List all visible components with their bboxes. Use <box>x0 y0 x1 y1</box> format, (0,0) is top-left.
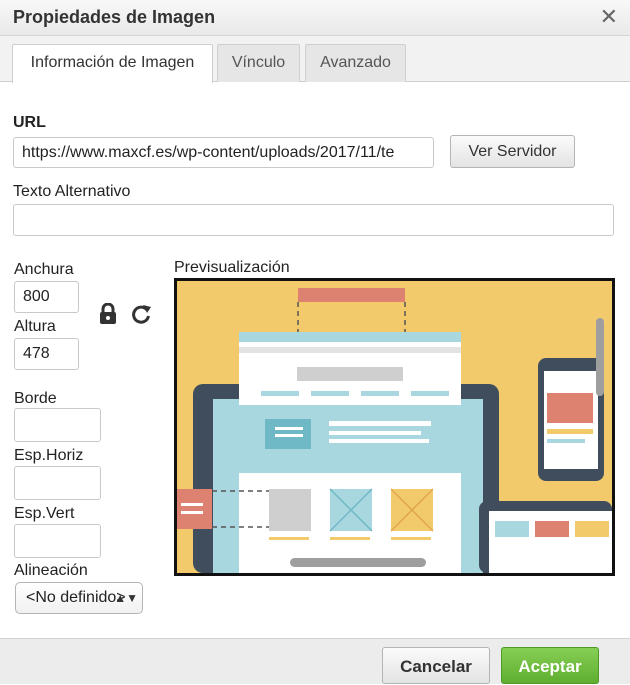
width-input[interactable]: 800 <box>14 281 79 313</box>
vspace-label: Esp.Vert <box>14 505 75 522</box>
dialog-titlebar: Propiedades de Imagen ✕ <box>0 0 630 36</box>
close-icon[interactable]: ✕ <box>600 4 618 30</box>
height-input[interactable]: 478 <box>14 338 79 370</box>
ok-button[interactable]: Aceptar <box>501 647 599 684</box>
tab-advanced[interactable]: Avanzado <box>305 44 406 82</box>
tab-link[interactable]: Vínculo <box>217 44 300 82</box>
alt-text-input[interactable] <box>13 204 614 236</box>
alt-text-label: Texto Alternativo <box>13 183 131 200</box>
select-arrows-icon: ▲▼ <box>114 591 138 605</box>
height-label: Altura <box>14 318 56 335</box>
reset-size-icon[interactable] <box>130 303 152 325</box>
tab-image-info[interactable]: Información de Imagen <box>12 44 213 83</box>
browse-server-button[interactable]: Ver Servidor <box>450 135 575 168</box>
preview-horizontal-scrollbar[interactable] <box>290 558 426 567</box>
hspace-label: Esp.Horiz <box>14 447 84 464</box>
dialog-title: Propiedades de Imagen <box>13 7 216 27</box>
preview-label: Previsualización <box>174 259 290 276</box>
width-label: Anchura <box>14 261 74 278</box>
preview-illustration <box>177 281 612 573</box>
preview-vertical-scrollbar[interactable] <box>596 318 604 396</box>
url-label: URL <box>13 114 46 131</box>
image-preview <box>174 278 615 576</box>
border-input[interactable] <box>14 408 101 442</box>
url-input[interactable]: https://www.maxcf.es/wp-content/uploads/… <box>13 137 434 168</box>
hspace-input[interactable] <box>14 466 101 500</box>
align-select-value: <No definido> <box>26 589 126 606</box>
tab-bar: Información de Imagen Vínculo Avanzado <box>0 36 630 83</box>
vspace-input[interactable] <box>14 524 101 558</box>
align-label: Alineación <box>14 562 88 579</box>
border-label: Borde <box>14 390 57 407</box>
align-select[interactable]: <No definido> ▲▼ <box>15 582 143 614</box>
cancel-button[interactable]: Cancelar <box>382 647 490 684</box>
lock-icon[interactable] <box>98 303 118 325</box>
